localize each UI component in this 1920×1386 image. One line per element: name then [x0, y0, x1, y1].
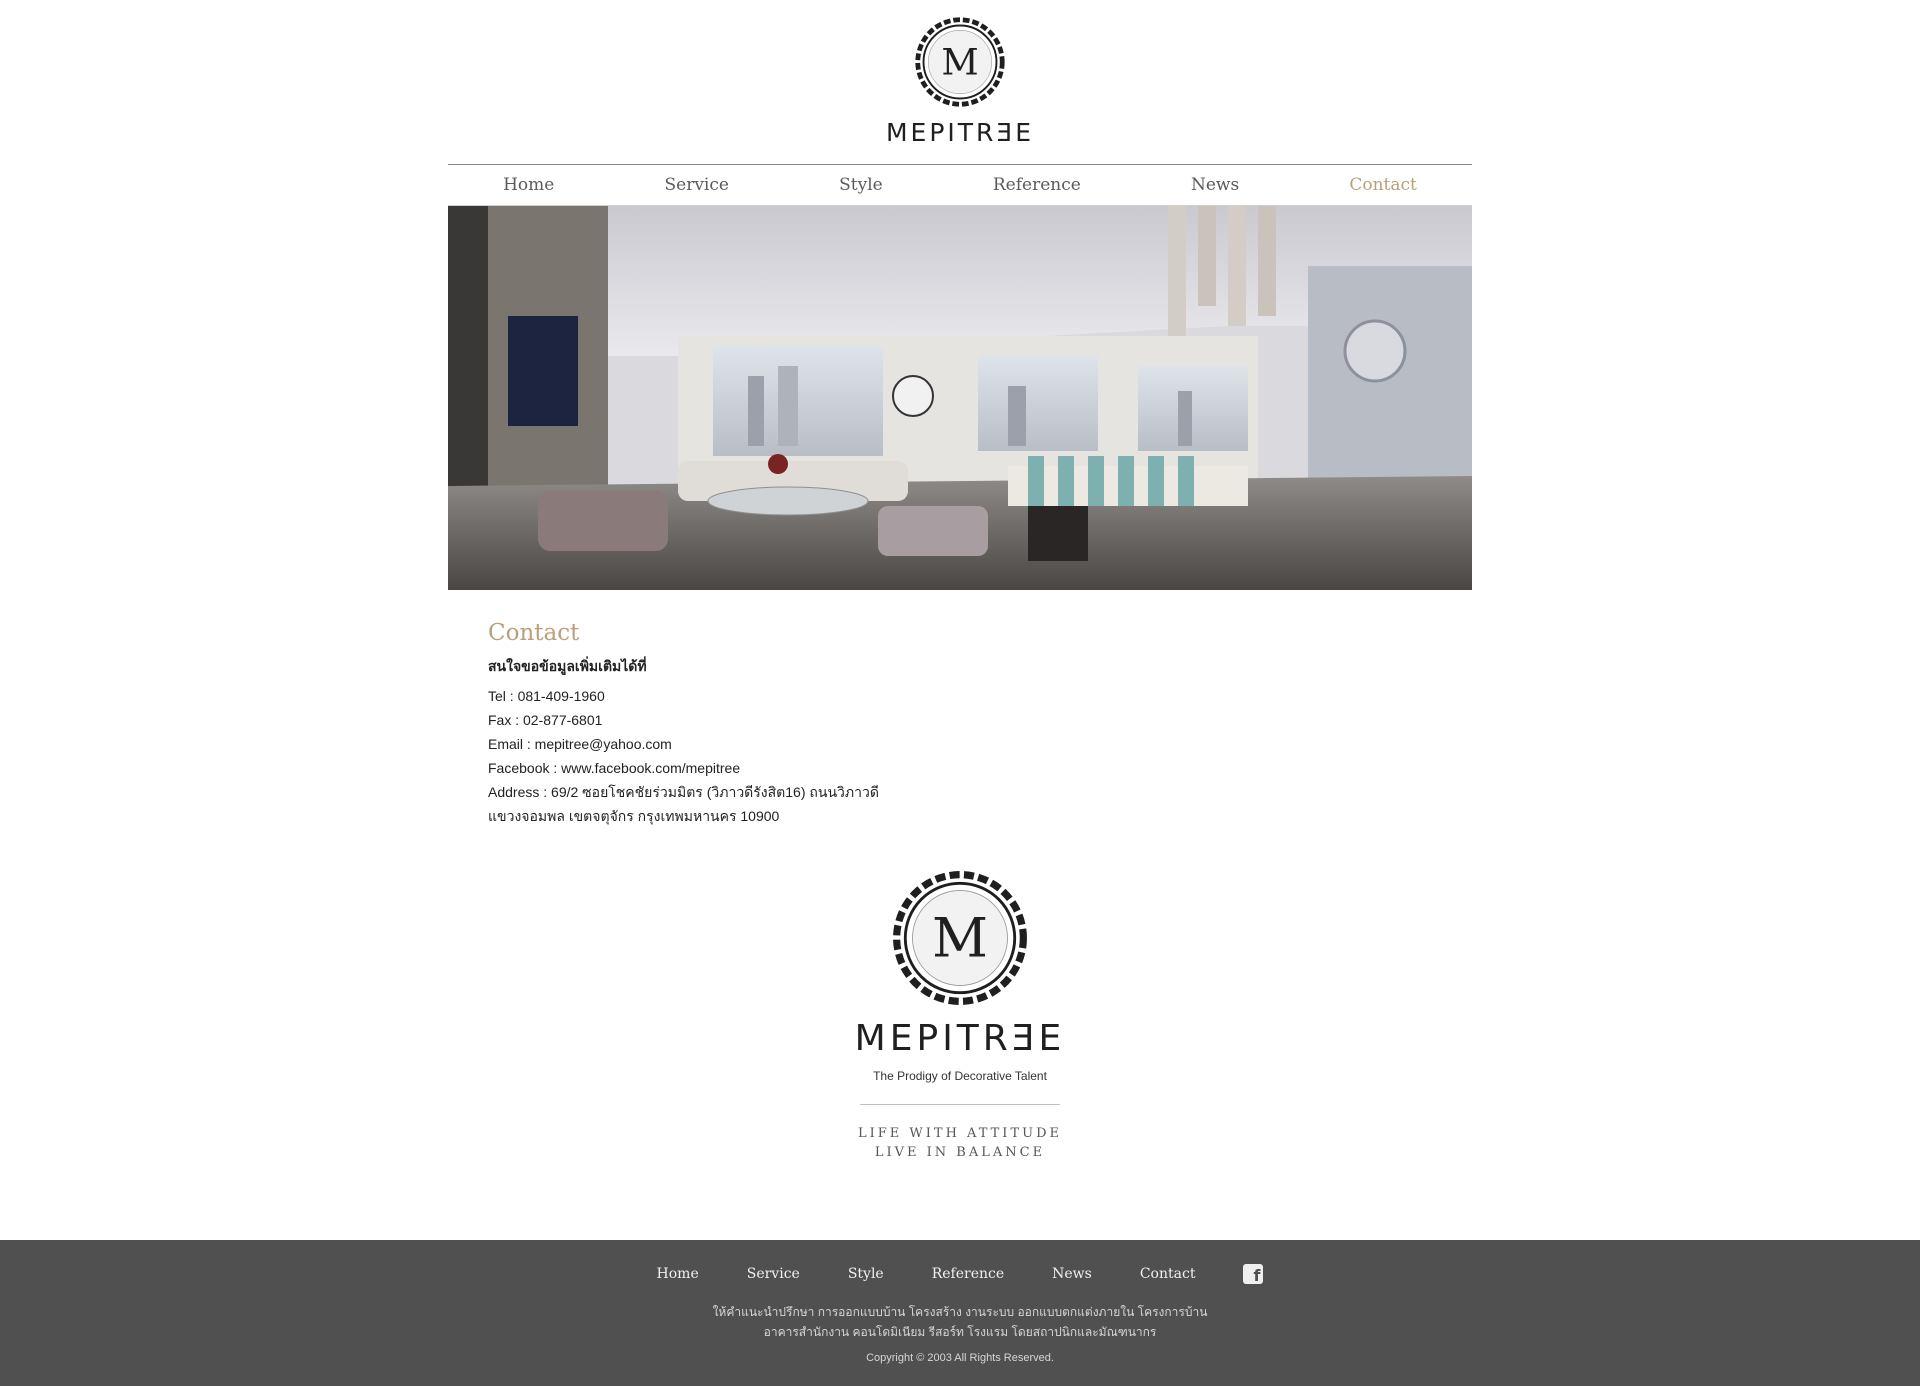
header-logo[interactable]: M MEPITRƎE [448, 0, 1472, 164]
header-wordmark: MEPITRƎE [885, 118, 1035, 147]
site-footer: Home Service Style Reference News Contac… [0, 1240, 1920, 1386]
brand-wordmark: MEPITRƎE [854, 1018, 1066, 1059]
footer-desc-line1: ให้คำแนะนำปรึกษา การออกแบบบ้าน โครงสร้าง… [712, 1305, 1208, 1319]
contact-section: Contact สนใจขอข้อมูลเพิ่มเติมได้ที่ Tel … [448, 590, 1472, 866]
contact-address-line1: Address : 69/2 ซอยโชคชัยร่วมมิตร (วิภาวด… [488, 784, 879, 800]
contact-lead: สนใจขอข้อมูลเพิ่มเติมได้ที่ [488, 658, 647, 674]
motto-line2: LIVE IN BALANCE [874, 1145, 1046, 1160]
brand-divider [860, 1104, 1060, 1105]
facebook-icon[interactable]: f [1243, 1264, 1264, 1284]
contact-facebook: Facebook : www.facebook.com/mepitree [488, 760, 741, 776]
footer-nav-service[interactable]: Service [747, 1266, 800, 1282]
nav-service[interactable]: Service [664, 175, 728, 195]
footer-nav-contact[interactable]: Contact [1140, 1266, 1196, 1282]
brand-motto: LIFE WITH ATTITUDE LIVE IN BALANCE [448, 1124, 1472, 1162]
mepitree-emblem-icon: M [915, 17, 1005, 107]
footer-nav-style[interactable]: Style [848, 1266, 884, 1282]
main-nav: Home Service Style Reference News Contac… [448, 164, 1472, 206]
interior-illustration [448, 206, 1472, 590]
contact-email: Email : mepitree@yahoo.com [488, 736, 672, 752]
mepitree-emblem-icon: M [893, 871, 1027, 1005]
footer-nav-reference[interactable]: Reference [932, 1266, 1004, 1282]
footer-nav-news[interactable]: News [1052, 1266, 1092, 1282]
motto-line1: LIFE WITH ATTITUDE [858, 1126, 1062, 1141]
footer-desc-line2: อาคารสำนักงาน คอนโดมิเนียม รีสอร์ท โรงแร… [763, 1325, 1157, 1339]
footer-nav-home[interactable]: Home [657, 1266, 699, 1282]
brand-block: M MEPITRƎE The Prodigy of Decorative Tal… [448, 866, 1472, 1276]
nav-style[interactable]: Style [839, 175, 883, 195]
contact-fax: Fax : 02-877-6801 [488, 712, 603, 728]
footer-copyright: Copyright © 2003 All Rights Reserved. [866, 1352, 1054, 1364]
footer-nav: Home Service Style Reference News Contac… [0, 1264, 1920, 1284]
contact-tel: Tel : 081-409-1960 [488, 688, 605, 704]
nav-home[interactable]: Home [503, 175, 554, 195]
brand-tagline: The Prodigy of Decorative Talent [873, 1069, 1047, 1083]
nav-reference[interactable]: Reference [993, 175, 1081, 195]
page-title: Contact [488, 620, 580, 646]
nav-contact[interactable]: Contact [1349, 175, 1417, 195]
contact-address-line2: แขวงจอมพล เขตจตุจักร กรุงเทพมหานคร 10900 [488, 808, 780, 824]
svg-text:M: M [932, 906, 988, 970]
footer-description: ให้คำแนะนำปรึกษา การออกแบบบ้าน โครงสร้าง… [0, 1302, 1920, 1342]
svg-text:M: M [941, 40, 978, 83]
nav-news[interactable]: News [1191, 175, 1239, 195]
hero-image [448, 206, 1472, 590]
